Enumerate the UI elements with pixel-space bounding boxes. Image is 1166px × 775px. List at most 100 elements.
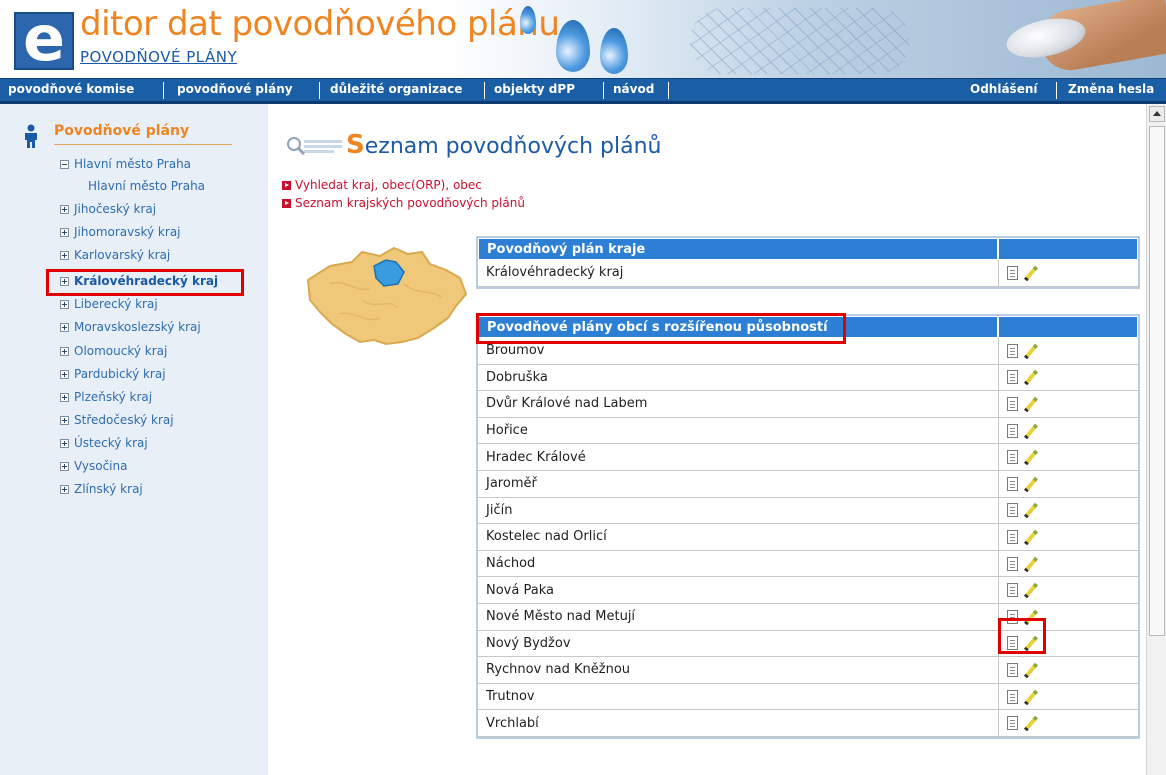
- water-drop-image: [556, 20, 590, 72]
- vertical-scrollbar[interactable]: [1146, 104, 1166, 775]
- page-title: Seznam povodňových plánů: [346, 130, 662, 160]
- row-actions: [998, 524, 1138, 551]
- tree-item-liberecky[interactable]: Liberecký kraj: [60, 297, 158, 311]
- view-document-icon[interactable]: [1007, 503, 1018, 518]
- tree-item-label: Hlavní město Praha: [88, 179, 206, 193]
- nav-dulezite-organizace[interactable]: důležité organizace: [330, 82, 462, 96]
- tree-item-label: Jihočeský kraj: [74, 202, 157, 216]
- view-document-icon[interactable]: [1007, 662, 1018, 677]
- edit-pencil-icon[interactable]: [1024, 716, 1038, 730]
- edit-pencil-icon[interactable]: [1024, 397, 1038, 411]
- tree-expand-icon[interactable]: [60, 323, 69, 332]
- municipality-name: Vrchlabí: [478, 710, 998, 737]
- tree-expand-icon[interactable]: [60, 370, 69, 379]
- tree-item-vysocina[interactable]: Vysočina: [60, 459, 127, 473]
- tree-item-jihomoravsky[interactable]: Jihomoravský kraj: [60, 225, 181, 239]
- sidebar-title: Povodňové plány: [54, 123, 190, 139]
- tree-expand-icon[interactable]: [60, 393, 69, 402]
- tree-item-label: Pardubický kraj: [74, 367, 166, 381]
- tree-expand-icon[interactable]: [60, 300, 69, 309]
- main-navigation: povodňové komise povodňové plány důležit…: [0, 78, 1166, 104]
- edit-pencil-icon[interactable]: [1024, 663, 1038, 677]
- edit-pencil-icon[interactable]: [1024, 370, 1038, 384]
- row-actions: [998, 260, 1138, 287]
- row-actions: [998, 710, 1138, 737]
- municipality-name: Trutnov: [478, 684, 998, 711]
- nav-povodnove-komise[interactable]: povodňové komise: [8, 82, 134, 96]
- tree-expand-icon[interactable]: [60, 205, 69, 214]
- tree-item-pardubicky[interactable]: Pardubický kraj: [60, 367, 166, 381]
- table-row: Hořice: [478, 417, 1138, 445]
- magnifier-list-icon: [287, 137, 342, 156]
- view-document-icon[interactable]: [1007, 370, 1018, 385]
- tree-collapse-icon[interactable]: [60, 160, 69, 169]
- edit-pencil-icon[interactable]: [1024, 344, 1038, 358]
- tree-expand-icon[interactable]: [60, 485, 69, 494]
- scroll-up-arrow-icon[interactable]: [1149, 106, 1165, 122]
- edit-pencil-icon[interactable]: [1024, 266, 1038, 280]
- view-document-icon[interactable]: [1007, 423, 1018, 438]
- arrow-bullet-icon: [282, 181, 291, 190]
- view-document-icon[interactable]: [1007, 450, 1018, 465]
- tree-item-moravskoslezsky[interactable]: Moravskoslezský kraj: [60, 320, 201, 334]
- edit-pencil-icon[interactable]: [1024, 557, 1038, 571]
- scrollbar-thumb[interactable]: [1149, 126, 1165, 636]
- app-subtitle[interactable]: POVODŇOVÉ PLÁNY: [80, 48, 237, 66]
- edit-pencil-icon[interactable]: [1024, 424, 1038, 438]
- edit-pencil-icon[interactable]: [1024, 530, 1038, 544]
- municipality-name: Jičín: [478, 498, 998, 525]
- tree-expand-icon[interactable]: [60, 251, 69, 260]
- search-region-link[interactable]: Vyhledat kraj, obec(ORP), obec: [282, 178, 482, 192]
- nav-objekty-dpp[interactable]: objekty dPP: [494, 82, 575, 96]
- edit-pencil-icon[interactable]: [1024, 690, 1038, 704]
- tree-item-label: Středočeský kraj: [74, 413, 174, 427]
- logout-link[interactable]: Odhlášení: [970, 82, 1037, 96]
- tree-item-olomoucky[interactable]: Olomoucký kraj: [60, 344, 167, 358]
- view-document-icon[interactable]: [1007, 343, 1018, 358]
- sidebar-divider: [54, 144, 232, 145]
- tree-item-karlovarsky[interactable]: Karlovarský kraj: [60, 248, 170, 262]
- view-document-icon[interactable]: [1007, 556, 1018, 571]
- municipality-name: Nové Město nad Metují: [478, 604, 998, 631]
- nav-povodnove-plany[interactable]: povodňové plány: [177, 82, 293, 96]
- row-actions: [998, 497, 1138, 525]
- tree-expand-icon[interactable]: [60, 439, 69, 448]
- tree-item-plzensky[interactable]: Plzeňský kraj: [60, 390, 152, 404]
- tree-item-label: Vysočina: [74, 459, 128, 473]
- nav-navod[interactable]: návod: [613, 82, 654, 96]
- app-header: e ditor dat povodňového plánu POVODŇOVÉ …: [0, 0, 1166, 78]
- tree-item-praha-city[interactable]: Hlavní město Praha: [88, 179, 205, 193]
- regional-plans-list-link[interactable]: Seznam krajských povodňových plánů: [282, 196, 525, 210]
- tree-item-zlinsky[interactable]: Zlínský kraj: [60, 482, 143, 496]
- edit-pencil-icon[interactable]: [1024, 503, 1038, 517]
- view-document-icon[interactable]: [1007, 716, 1018, 731]
- edit-pencil-icon[interactable]: [1024, 583, 1038, 597]
- tree-item-stredocesky[interactable]: Středočeský kraj: [60, 413, 174, 427]
- tree-expand-icon[interactable]: [60, 416, 69, 425]
- view-document-icon[interactable]: [1007, 689, 1018, 704]
- view-document-icon[interactable]: [1007, 396, 1018, 411]
- tree-item-praha-region[interactable]: Hlavní město Praha: [60, 157, 191, 171]
- tree-item-jihocesky[interactable]: Jihočeský kraj: [60, 202, 156, 216]
- tree-expand-icon[interactable]: [60, 462, 69, 471]
- view-document-icon[interactable]: [1007, 265, 1018, 280]
- view-document-icon[interactable]: [1007, 476, 1018, 491]
- row-actions: [998, 391, 1138, 418]
- tree-item-label: Olomoucký kraj: [74, 344, 168, 358]
- municipality-name: Náchod: [478, 551, 998, 578]
- tree-expand-icon[interactable]: [60, 347, 69, 356]
- edit-pencil-icon[interactable]: [1024, 477, 1038, 491]
- change-password-link[interactable]: Změna hesla: [1068, 82, 1154, 96]
- tree-expand-icon[interactable]: [60, 228, 69, 237]
- view-document-icon[interactable]: [1007, 529, 1018, 544]
- table-row: Dvůr Králové nad Labem: [478, 391, 1138, 418]
- view-document-icon[interactable]: [1007, 583, 1018, 598]
- table-row: Trutnov: [478, 683, 1138, 711]
- arrow-bullet-icon: [282, 199, 291, 208]
- edit-pencil-icon[interactable]: [1024, 450, 1038, 464]
- table-row: Jičín: [478, 497, 1138, 525]
- table-row: Náchod: [478, 550, 1138, 578]
- tree-item-ustecky[interactable]: Ústecký kraj: [60, 436, 148, 450]
- municipality-name: Hradec Králové: [478, 444, 998, 471]
- czech-map-image: [306, 246, 468, 346]
